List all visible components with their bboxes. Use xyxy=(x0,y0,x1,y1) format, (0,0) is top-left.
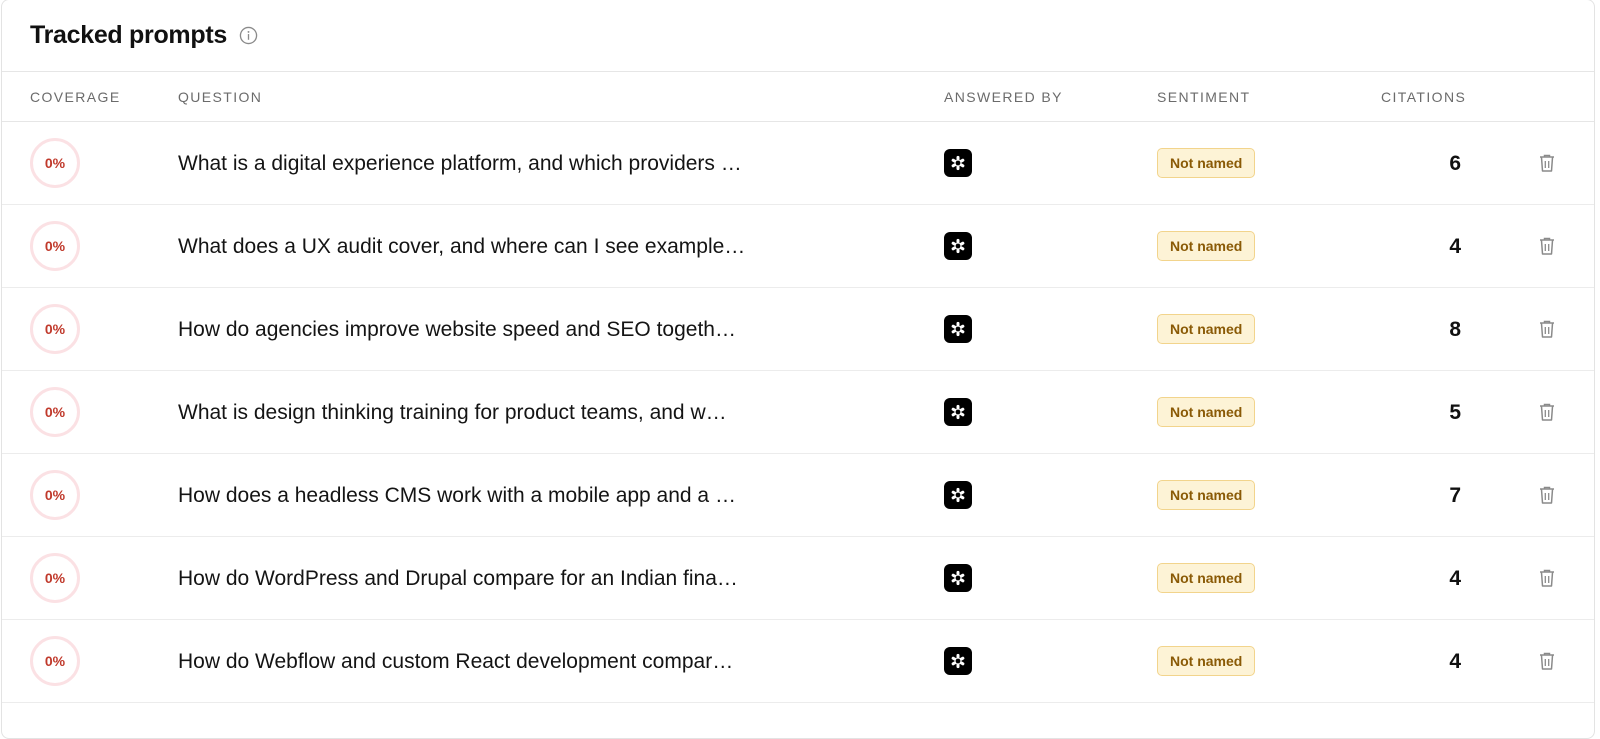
question-text[interactable]: What does a UX audit cover, and where ca… xyxy=(178,205,745,288)
openai-icon xyxy=(944,232,972,260)
table-row[interactable]: 0% How does a headless CMS work with a mo… xyxy=(2,454,1594,537)
column-header-answered-by[interactable]: ANSWERED BY xyxy=(944,72,1063,122)
table-row[interactable]: 0% How do Webflow and custom React develo… xyxy=(2,620,1594,703)
column-header-sentiment[interactable]: SENTIMENT xyxy=(1157,72,1251,122)
sentiment-badge: Not named xyxy=(1157,231,1256,261)
question-text[interactable]: What is a digital experience platform, a… xyxy=(178,122,742,205)
trash-icon[interactable] xyxy=(1537,567,1557,589)
coverage-ring: 0% xyxy=(30,553,80,603)
question-text[interactable]: How do Webflow and custom React developm… xyxy=(178,620,733,703)
openai-icon xyxy=(944,315,972,343)
question-text[interactable]: What is design thinking training for pro… xyxy=(178,371,727,454)
openai-icon xyxy=(944,564,972,592)
sentiment-badge: Not named xyxy=(1157,148,1256,178)
question-text[interactable]: How does a headless CMS work with a mobi… xyxy=(178,454,736,537)
column-header-coverage[interactable]: COVERAGE xyxy=(30,72,121,122)
question-text[interactable]: How do agencies improve website speed an… xyxy=(178,288,736,371)
table-row[interactable]: 0% What does a UX audit cover, and where … xyxy=(2,205,1594,288)
card-header: Tracked prompts xyxy=(2,0,1594,72)
openai-icon xyxy=(944,149,972,177)
table-row[interactable]: 0% How do agencies improve website speed … xyxy=(2,288,1594,371)
trash-icon[interactable] xyxy=(1537,650,1557,672)
openai-icon xyxy=(944,647,972,675)
table-row[interactable]: 0% What is design thinking training for p… xyxy=(2,371,1594,454)
sentiment-badge: Not named xyxy=(1157,397,1256,427)
sentiment-badge: Not named xyxy=(1157,563,1256,593)
question-text[interactable]: How do WordPress and Drupal compare for … xyxy=(178,537,738,620)
coverage-ring: 0% xyxy=(30,138,80,188)
coverage-ring: 0% xyxy=(30,470,80,520)
table-row[interactable]: 0% What is a digital experience platform,… xyxy=(2,122,1594,205)
openai-icon xyxy=(944,481,972,509)
trash-icon[interactable] xyxy=(1537,318,1557,340)
citations-count: 5 xyxy=(1449,401,1461,424)
table-body: 0% What is a digital experience platform,… xyxy=(2,122,1594,703)
sentiment-badge: Not named xyxy=(1157,314,1256,344)
coverage-ring: 0% xyxy=(30,304,80,354)
table-header: COVERAGE QUESTION ANSWERED BY SENTIMENT … xyxy=(2,72,1594,122)
column-header-citations[interactable]: CITATIONS xyxy=(1381,72,1466,122)
citations-count: 6 xyxy=(1449,152,1461,175)
coverage-ring: 0% xyxy=(30,221,80,271)
trash-icon[interactable] xyxy=(1537,152,1557,174)
trash-icon[interactable] xyxy=(1537,401,1557,423)
trash-icon[interactable] xyxy=(1537,484,1557,506)
coverage-ring: 0% xyxy=(30,636,80,686)
table-row[interactable]: 0% How do WordPress and Drupal compare fo… xyxy=(2,537,1594,620)
tracked-prompts-card: Tracked prompts COVERAGE QUESTION ANSWER… xyxy=(1,0,1595,739)
sentiment-badge: Not named xyxy=(1157,480,1256,510)
sentiment-badge: Not named xyxy=(1157,646,1256,676)
trash-icon[interactable] xyxy=(1537,235,1557,257)
info-icon[interactable] xyxy=(239,26,258,45)
page-title: Tracked prompts xyxy=(30,21,227,49)
openai-icon xyxy=(944,398,972,426)
coverage-ring: 0% xyxy=(30,387,80,437)
citations-count: 7 xyxy=(1449,484,1461,507)
citations-count: 4 xyxy=(1449,235,1461,258)
citations-count: 4 xyxy=(1449,567,1461,590)
column-header-question[interactable]: QUESTION xyxy=(178,72,262,122)
citations-count: 4 xyxy=(1449,650,1461,673)
citations-count: 8 xyxy=(1449,318,1461,341)
